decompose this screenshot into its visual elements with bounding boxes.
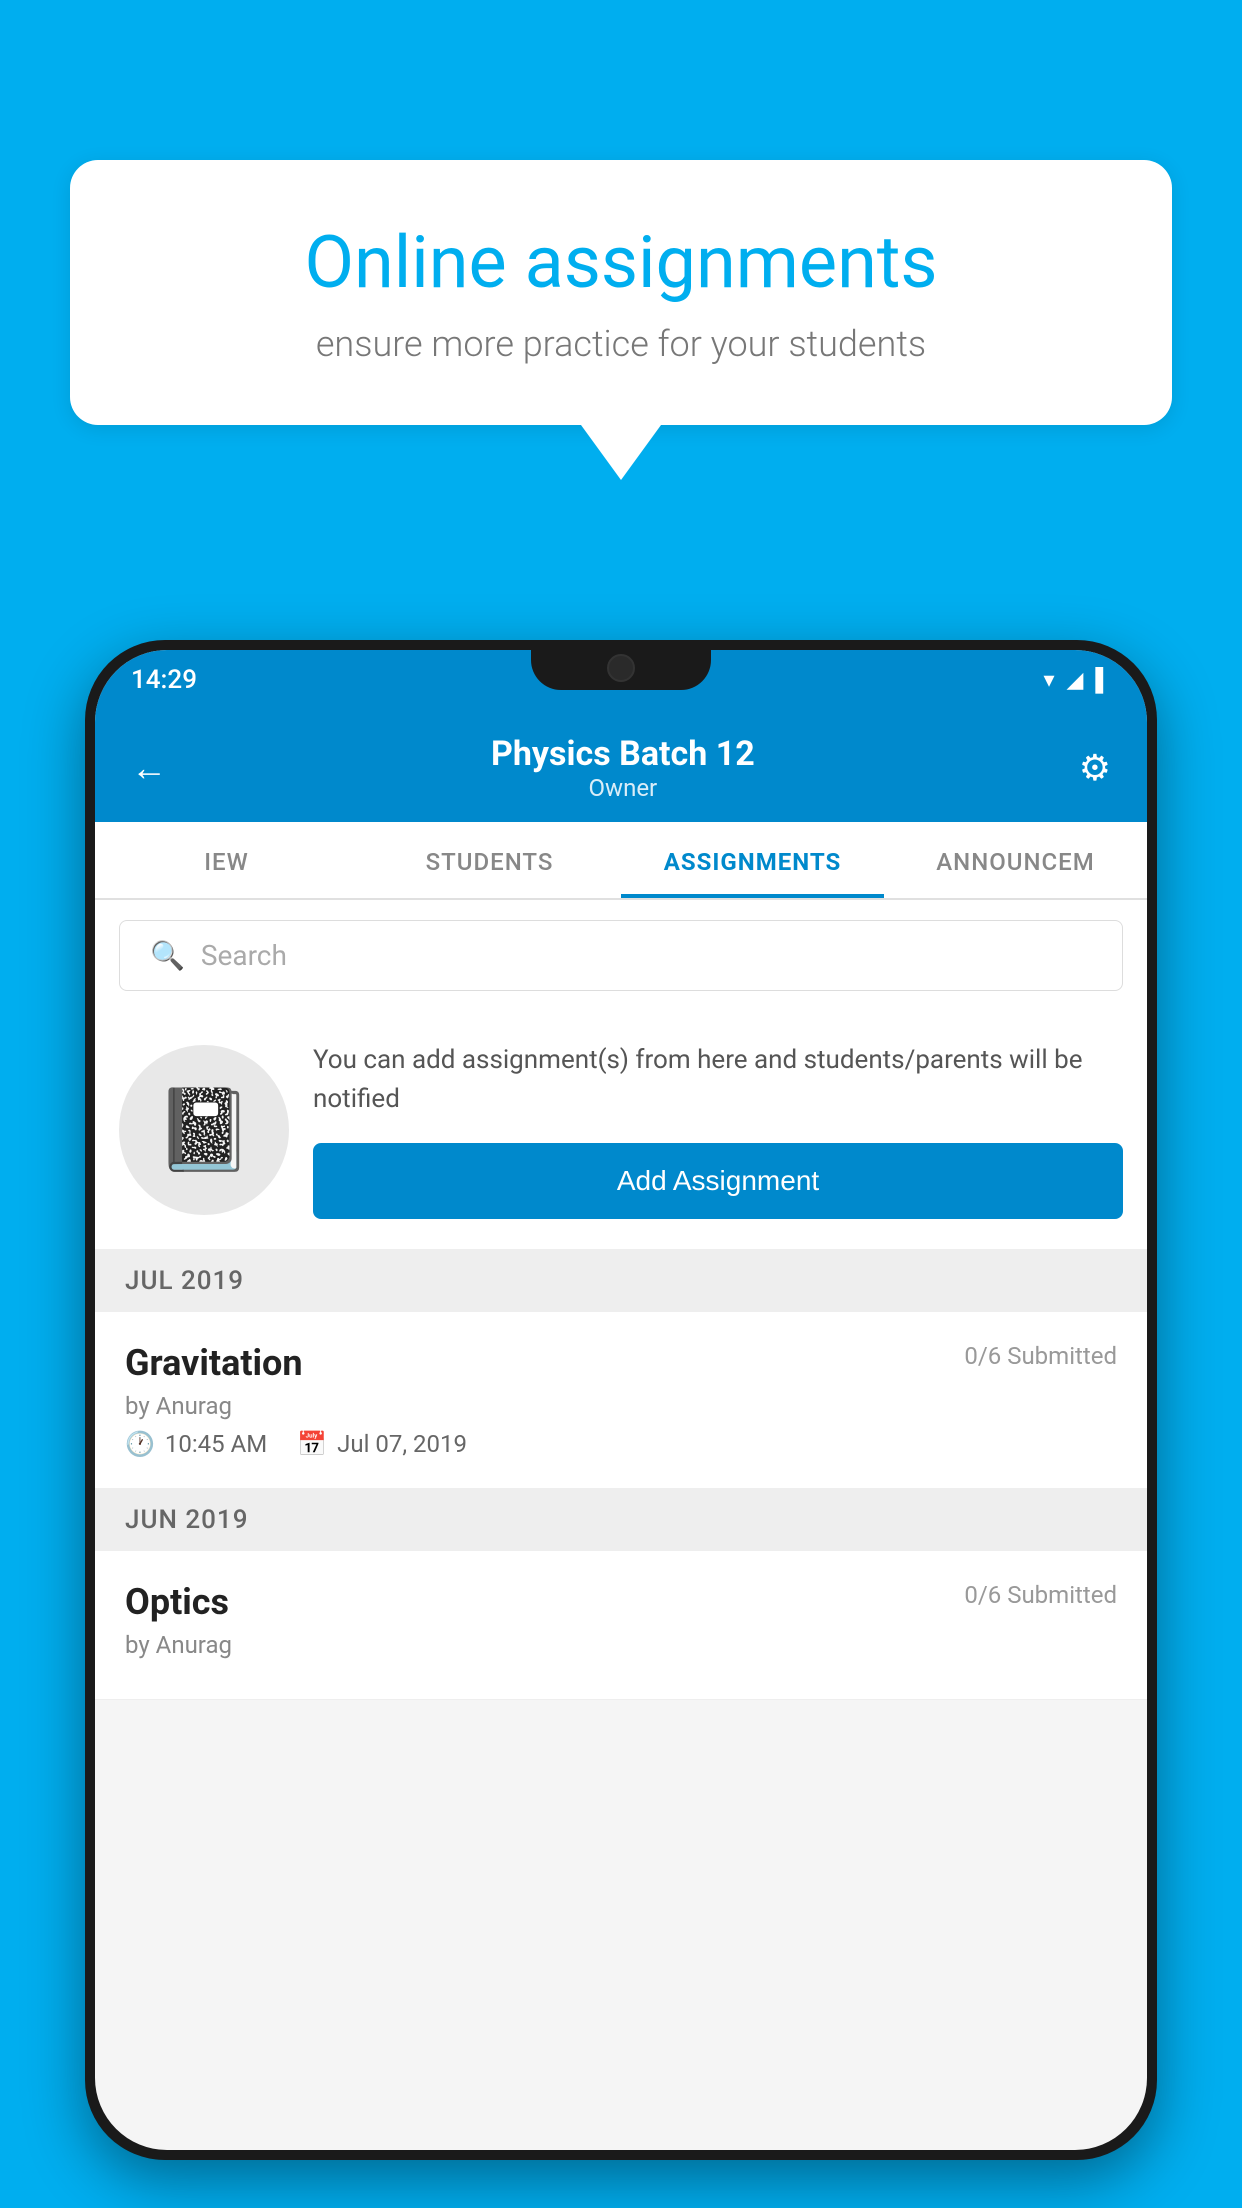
assignment-header-row-optics: Optics 0/6 Submitted (125, 1581, 1117, 1623)
add-assignment-button[interactable]: Add Assignment (313, 1143, 1123, 1219)
phone-frame: 14:29 ▾ ◢ ▌ ← Physics Batch 12 Owner ⚙ I… (85, 640, 1157, 2160)
promo-section: 📓 You can add assignment(s) from here an… (95, 1011, 1147, 1250)
speech-bubble-tail (581, 425, 661, 480)
speech-bubble: Online assignments ensure more practice … (70, 160, 1172, 425)
search-placeholder: Search (201, 939, 287, 972)
assignment-by-gravitation: by Anurag (125, 1392, 1117, 1420)
assignment-submitted-gravitation: 0/6 Submitted (964, 1342, 1117, 1370)
search-container: 🔍 Search (95, 900, 1147, 1011)
header-subtitle: Owner (491, 774, 755, 802)
assignment-by-optics: by Anurag (125, 1631, 1117, 1659)
phone-notch (531, 640, 711, 690)
month-header-jun: JUN 2019 (95, 1489, 1147, 1551)
tab-assignments[interactable]: ASSIGNMENTS (621, 822, 884, 898)
promo-icon-circle: 📓 (119, 1045, 289, 1215)
promo-description: You can add assignment(s) from here and … (313, 1041, 1123, 1119)
status-icons: ▾ ◢ ▌ (1043, 667, 1111, 693)
assignment-item-optics[interactable]: Optics 0/6 Submitted by Anurag (95, 1551, 1147, 1700)
tabs-container: IEW STUDENTS ASSIGNMENTS ANNOUNCEM (95, 822, 1147, 900)
phone-screen: 14:29 ▾ ◢ ▌ ← Physics Batch 12 Owner ⚙ I… (95, 650, 1147, 2150)
search-bar[interactable]: 🔍 Search (119, 920, 1123, 991)
assignment-date-gravitation: 📅 Jul 07, 2019 (297, 1430, 467, 1458)
assignment-name-optics: Optics (125, 1581, 229, 1623)
search-icon: 🔍 (150, 939, 185, 972)
bubble-title: Online assignments (140, 220, 1102, 305)
assignment-header-row: Gravitation 0/6 Submitted (125, 1342, 1117, 1384)
status-time: 14:29 (131, 665, 197, 695)
app-header: ← Physics Batch 12 Owner ⚙ (95, 710, 1147, 822)
tab-announcements[interactable]: ANNOUNCEM (884, 822, 1147, 898)
assignment-meta-gravitation: 🕐 10:45 AM 📅 Jul 07, 2019 (125, 1430, 1117, 1458)
notebook-icon: 📓 (154, 1083, 254, 1177)
back-button[interactable]: ← (131, 747, 167, 789)
header-title: Physics Batch 12 (491, 734, 755, 774)
settings-icon[interactable]: ⚙ (1079, 747, 1111, 789)
bubble-subtitle: ensure more practice for your students (140, 323, 1102, 365)
speech-bubble-container: Online assignments ensure more practice … (70, 160, 1172, 480)
tab-iew[interactable]: IEW (95, 822, 358, 898)
assignment-time-gravitation: 🕐 10:45 AM (125, 1430, 267, 1458)
clock-icon: 🕐 (125, 1430, 155, 1458)
assignment-item-gravitation[interactable]: Gravitation 0/6 Submitted by Anurag 🕐 10… (95, 1312, 1147, 1489)
header-center: Physics Batch 12 Owner (491, 734, 755, 802)
assignment-name-gravitation: Gravitation (125, 1342, 303, 1384)
tab-students[interactable]: STUDENTS (358, 822, 621, 898)
signal-icon: ◢ (1066, 668, 1083, 693)
promo-text-area: You can add assignment(s) from here and … (313, 1041, 1123, 1219)
content-area: 🔍 Search 📓 You can add assignment(s) fro… (95, 900, 1147, 1700)
wifi-icon: ▾ (1043, 668, 1054, 693)
battery-icon: ▌ (1095, 667, 1111, 693)
phone-camera (607, 654, 635, 682)
assignment-submitted-optics: 0/6 Submitted (964, 1581, 1117, 1609)
month-header-jul: JUL 2019 (95, 1250, 1147, 1312)
calendar-icon: 📅 (297, 1430, 327, 1458)
